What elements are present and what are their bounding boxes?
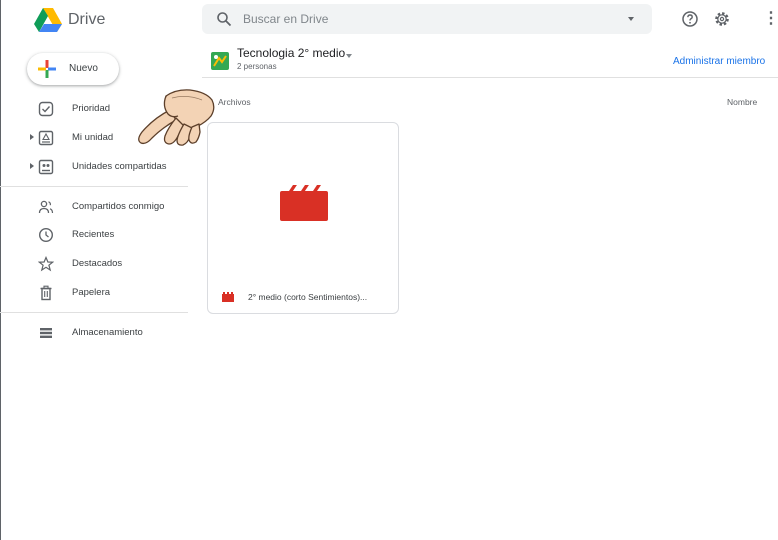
plus-icon <box>38 60 56 78</box>
folder-members: 2 personas <box>237 62 277 71</box>
folder-menu-icon[interactable] <box>346 54 352 58</box>
shared-drives-icon <box>38 159 54 175</box>
sidebar-item-label: Destacados <box>72 258 123 269</box>
app-name: Drive <box>68 11 106 28</box>
expand-arrow-icon[interactable] <box>30 134 34 140</box>
my-drive-icon <box>38 130 54 146</box>
sidebar-item-starred[interactable]: Destacados <box>0 252 188 276</box>
search-bar[interactable]: Buscar en Drive <box>202 4 652 34</box>
sidebar-item-label: Mi unidad <box>72 132 114 143</box>
sidebar-item-shared-with-me[interactable]: Compartidos conmigo <box>0 195 188 219</box>
video-clapper-icon <box>280 185 328 221</box>
new-button[interactable]: Nuevo <box>27 53 119 85</box>
search-options-icon[interactable] <box>628 17 634 21</box>
classroom-folder-icon <box>211 52 229 70</box>
expand-arrow-icon[interactable] <box>30 163 34 169</box>
sidebar-item-trash[interactable]: Papelera <box>0 281 188 305</box>
sidebar-item-recent[interactable]: Recientes <box>0 223 188 247</box>
kebab-icon[interactable]: ⋮ <box>763 8 778 28</box>
video-clapper-icon <box>222 292 234 302</box>
sidebar-item-label: Papelera <box>72 287 111 298</box>
sidebar-divider <box>0 186 188 187</box>
sidebar-item-label: Recientes <box>72 229 115 240</box>
gear-icon[interactable] <box>713 10 731 28</box>
sidebar-item-storage[interactable]: Almacenamiento <box>0 321 188 345</box>
search-icon <box>217 12 232 27</box>
file-name: 2° medio (corto Sentimientos)... <box>248 292 368 302</box>
sidebar-divider <box>0 312 188 313</box>
file-card[interactable]: 2° medio (corto Sentimientos)... <box>207 122 399 314</box>
people-icon <box>38 200 54 214</box>
sidebar-item-label: Compartidos conmigo <box>72 201 165 212</box>
trash-icon <box>40 285 52 301</box>
section-label: Archivos <box>218 97 251 107</box>
new-button-label: Nuevo <box>69 63 98 74</box>
priority-check-icon <box>38 101 54 117</box>
storage-icon <box>40 328 52 338</box>
sidebar-item-label: Prioridad <box>72 103 111 114</box>
content-divider <box>202 77 778 78</box>
drive-logo-icon[interactable] <box>34 8 62 32</box>
sidebar-item-label: Unidades compartidas <box>72 161 167 172</box>
search-input[interactable]: Buscar en Drive <box>243 12 328 26</box>
clock-icon <box>38 227 54 243</box>
folder-title[interactable]: Tecnologia 2° medio <box>237 46 345 60</box>
manage-members-link[interactable]: Administrar miembro <box>673 56 765 67</box>
pointing-hand-icon <box>138 89 215 146</box>
star-icon <box>38 256 54 272</box>
sort-by-name-button[interactable]: Nombre <box>727 97 757 107</box>
help-circle-icon[interactable] <box>681 10 699 28</box>
sidebar-item-shared-drives[interactable]: Unidades compartidas <box>0 155 188 179</box>
sidebar-item-label: Almacenamiento <box>72 327 143 338</box>
